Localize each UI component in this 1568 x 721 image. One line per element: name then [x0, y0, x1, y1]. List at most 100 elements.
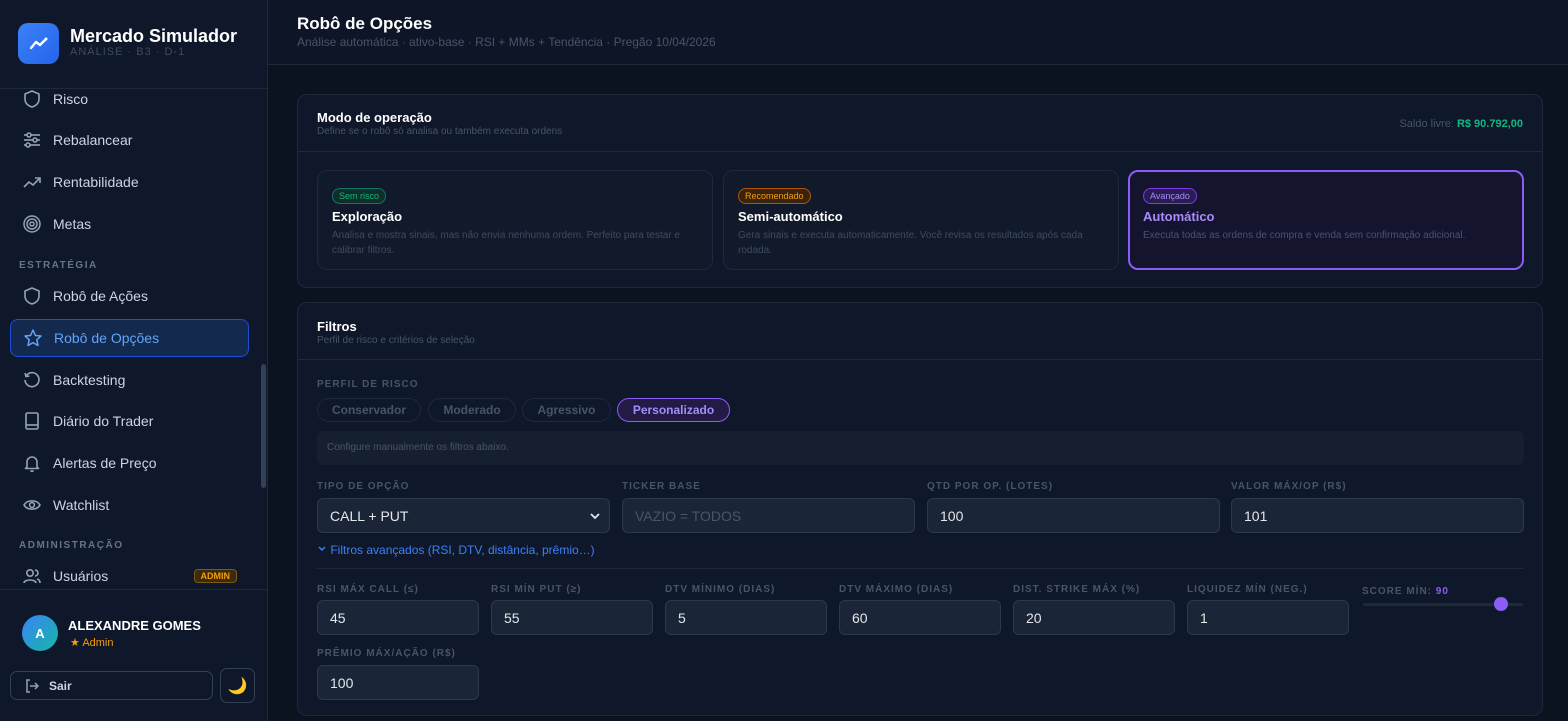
score-slider-handle[interactable] [1494, 597, 1508, 611]
ticker-placeholder: VAZIO = TODOS [635, 507, 742, 524]
avatar[interactable]: A [22, 615, 58, 651]
sidebar-item-metas[interactable]: Metas [10, 205, 249, 243]
mode-card: Modo de operação Define se o robô só ana… [297, 94, 1543, 288]
target-icon [22, 214, 42, 234]
strike-value: 20 [1026, 609, 1042, 626]
sidebar-item-watchlist[interactable]: Watchlist [10, 486, 249, 524]
rsi-call-label: RSI MÁX CALL (≤) [317, 584, 419, 595]
admin-badge: ADMIN [193, 569, 237, 583]
robot-icon [22, 286, 42, 306]
user-role: ★ Admin [70, 636, 114, 649]
mode-option-exploracao[interactable]: Sem risco Exploração Analisa e mostra si… [317, 170, 713, 270]
dtv-max-input[interactable]: 60 [839, 600, 1001, 635]
sidebar-item-rentabilidade[interactable]: Rentabilidade [10, 163, 249, 201]
dtv-min-input[interactable]: 5 [665, 600, 827, 635]
sidebar-item-label: Backtesting [53, 372, 126, 388]
ticker-base-input[interactable]: VAZIO = TODOS [622, 498, 915, 533]
premio-label: PRÊMIO MÁX/AÇÃO (R$) [317, 648, 456, 659]
mode-tag: Avançado [1143, 188, 1197, 204]
sidebar-item-label: Alertas de Preço [53, 455, 157, 471]
bell-icon [22, 453, 42, 473]
tipo-opcao-select[interactable]: CALL + PUT [317, 498, 610, 533]
sidebar-item-label: Risco [53, 91, 89, 107]
section-admin: ADMINISTRAÇÃO [19, 540, 124, 551]
filters-subtitle: Perfil de risco e critérios de seleção [317, 335, 475, 346]
app-logo-icon[interactable] [18, 23, 59, 64]
sidebar-item-alertas[interactable]: Alertas de Preço [10, 444, 249, 482]
star-icon: ★ [70, 637, 83, 649]
mode-title: Semi-automático [738, 209, 843, 224]
page-title: Robô de Opções [297, 14, 433, 33]
saldo-label: Saldo livre: [1399, 118, 1454, 130]
user-role-label: Admin [82, 637, 114, 649]
sidebar-item-label: Watchlist [53, 497, 110, 513]
page-header: Robô de Opções Análise automática · ativ… [268, 0, 1568, 65]
valor-max-label: VALOR MÁX/OP (R$) [1231, 481, 1347, 492]
filters-card: Filtros Perfil de risco e critérios de s… [297, 302, 1543, 716]
profile-moderado[interactable]: Moderado [428, 398, 516, 422]
theme-toggle-button[interactable]: 🌙 [220, 668, 255, 703]
risk-profile-label: PERFIL DE RISCO [317, 379, 419, 390]
strike-input[interactable]: 20 [1013, 600, 1175, 635]
tipo-opcao-value: CALL + PUT [330, 507, 409, 524]
history-icon [22, 370, 42, 390]
dtv-max-value: 60 [852, 609, 868, 626]
advanced-filters-toggle[interactable]: Filtros avançados (RSI, DTV, distância, … [317, 543, 595, 557]
sidebar-item-label: Diário do Trader [53, 413, 154, 429]
mode-description: Executa todas as ordens de compra e vend… [1143, 230, 1466, 241]
sidebar-item-label: Rentabilidade [53, 174, 139, 190]
premio-input[interactable]: 100 [317, 665, 479, 700]
sidebar-item-rebalancear[interactable]: Rebalancear [10, 121, 249, 159]
logout-button[interactable]: Sair [10, 671, 213, 700]
rsi-call-value: 45 [330, 609, 346, 626]
valor-max-input[interactable]: 101 [1231, 498, 1524, 533]
advanced-filters-label: Filtros avançados (RSI, DTV, distância, … [330, 543, 595, 557]
sidebar: Mercado Simulador ANÁLISE · B3 · D-1 Ris… [0, 0, 268, 721]
score-label: SCORE MÍN: 90 [1362, 586, 1449, 597]
mode-option-semi[interactable]: Recomendado Semi-automático Gera sinais … [723, 170, 1119, 270]
qtd-label: QTD POR OP. (LOTES) [927, 481, 1054, 492]
sidebar-item-label: Usuários [53, 568, 109, 584]
sidebar-scrollbar[interactable] [261, 364, 266, 488]
mode-description: Gera sinais e executa automaticamente. V… [738, 230, 1083, 256]
users-icon [22, 566, 42, 586]
liquidez-input[interactable]: 1 [1187, 600, 1349, 635]
mode-card-header: Modo de operação Define se o robô só ana… [298, 95, 1542, 152]
divider [317, 568, 1524, 569]
sidebar-item-label: Metas [53, 216, 92, 232]
sidebar-item-backtesting[interactable]: Backtesting [10, 361, 249, 399]
sidebar-item-robo-opcoes[interactable]: Robô de Opções [10, 319, 249, 357]
tipo-opcao-label: TIPO DE OPÇÃO [317, 481, 410, 492]
eye-icon [22, 495, 42, 515]
profile-conservador[interactable]: Conservador [317, 398, 421, 422]
rsi-call-input[interactable]: 45 [317, 600, 479, 635]
liquidez-value: 1 [1200, 609, 1208, 626]
rsi-put-value: 55 [504, 609, 520, 626]
saldo-value: R$ 90.792,00 [1456, 118, 1523, 130]
book-icon [22, 411, 42, 431]
trending-up-icon [22, 172, 42, 192]
qtd-input[interactable]: 100 [927, 498, 1220, 533]
sliders-icon [22, 130, 42, 150]
dtv-min-value: 5 [678, 609, 686, 626]
logout-label: Sair [49, 678, 72, 693]
ticker-base-label: TICKER BASE [622, 481, 701, 492]
filters-card-header: Filtros Perfil de risco e critérios de s… [298, 303, 1542, 360]
user-panel: A ALEXANDRE GOMES ★ Admin Sair 🌙 [0, 589, 267, 721]
saldo-livre: Saldo livre: R$ 90.792,00 [1399, 118, 1523, 130]
profile-agressivo[interactable]: Agressivo [522, 398, 611, 422]
mode-tag: Recomendado [738, 188, 811, 204]
sidebar-item-robo-acoes[interactable]: Robô de Ações [10, 277, 249, 315]
sidebar-item-label: Robô de Ações [53, 288, 148, 304]
sidebar-item-risco[interactable]: Risco [10, 80, 249, 118]
mode-title: Automático [1143, 209, 1215, 224]
profile-personalizado[interactable]: Personalizado [617, 398, 730, 422]
chevron-down-icon [589, 509, 601, 525]
sidebar-item-diario[interactable]: Diário do Trader [10, 402, 249, 440]
moon-icon: 🌙 [227, 677, 248, 695]
filters-title: Filtros [317, 319, 357, 334]
sidebar-item-label: Rebalancear [53, 132, 133, 148]
qtd-value: 100 [940, 507, 964, 524]
rsi-put-input[interactable]: 55 [491, 600, 653, 635]
mode-option-automatico[interactable]: Avançado Automático Executa todas as ord… [1128, 170, 1524, 270]
